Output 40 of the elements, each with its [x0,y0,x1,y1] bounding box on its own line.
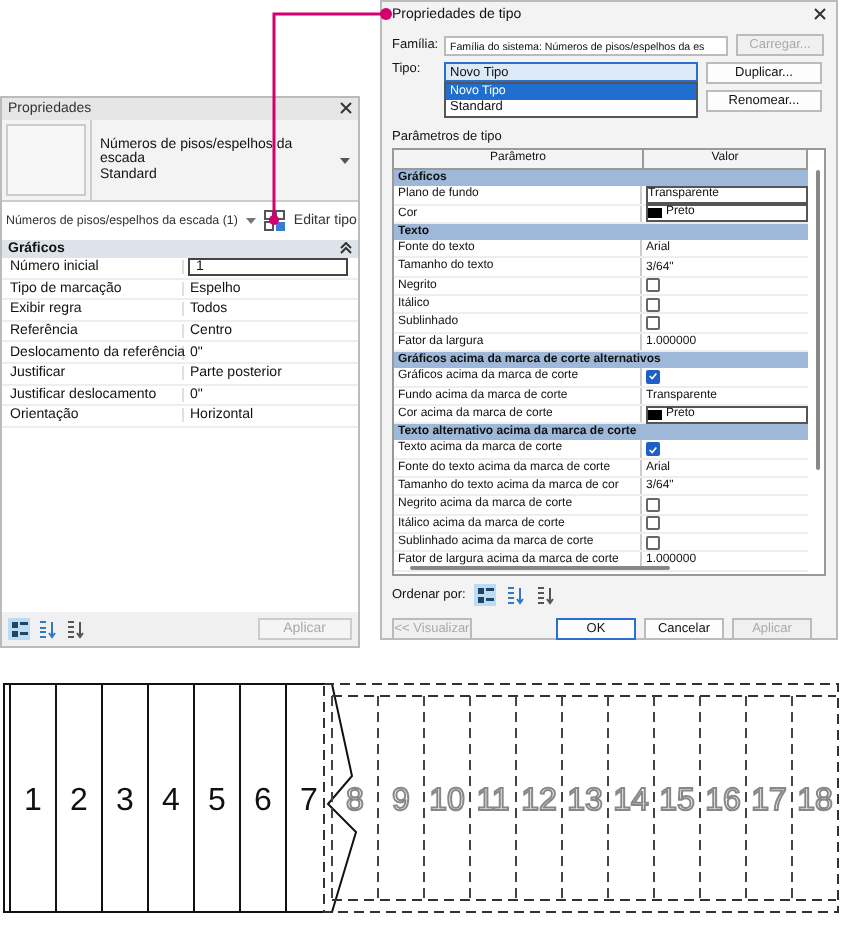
riser-number: 4 [162,784,180,818]
close-icon[interactable] [814,8,826,20]
close-icon[interactable] [340,102,352,114]
caret-icon [245,218,256,224]
riser-number: 11 [476,784,510,818]
caret-icon [340,157,350,163]
riser-number: 16 [705,784,741,818]
collapse-icon[interactable] [340,242,352,254]
checkbox[interactable] [646,535,660,550]
checkbox[interactable] [646,516,660,531]
riser-number: 1 [24,784,42,818]
edit-type-icon[interactable] [263,210,286,232]
categorized-icon[interactable] [473,584,496,606]
riser-number: 18 [797,784,833,818]
sort-ascending-icon[interactable] [503,584,526,606]
checkbox[interactable] [646,442,660,457]
riser-number: 17 [751,784,787,818]
riser-number: 6 [254,784,272,818]
checkbox[interactable] [646,316,660,331]
checkbox[interactable] [646,369,660,384]
riser-number: 15 [659,784,695,818]
sort-descending-icon[interactable] [533,584,556,606]
checkbox[interactable] [646,497,660,512]
checkbox[interactable] [646,278,660,293]
riser-number: 13 [567,784,603,818]
riser-number: 14 [613,784,649,818]
riser-number: 12 [521,784,557,818]
riser-number: 8 [346,784,364,818]
categorized-icon[interactable] [8,618,30,640]
riser-number: 10 [429,784,465,818]
sort-ascending-icon[interactable] [36,618,58,640]
sort-descending-icon[interactable] [64,618,86,640]
scrollbar[interactable] [816,170,820,470]
riser-number: 7 [300,784,318,818]
riser-number: 9 [392,784,410,818]
riser-number: 2 [70,784,88,818]
checkbox[interactable] [646,297,660,312]
riser-number: 5 [208,784,226,818]
scrollbar[interactable] [410,566,670,570]
riser-number: 3 [116,784,134,818]
